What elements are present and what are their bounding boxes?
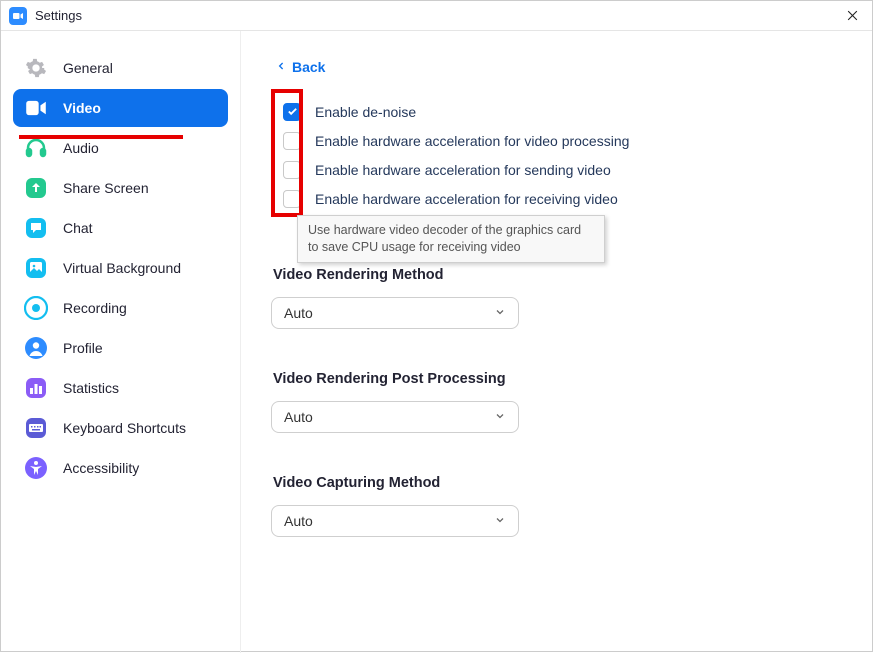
option-row: Enable hardware acceleration for receivi… (271, 184, 872, 213)
back-link[interactable]: Back (277, 59, 325, 75)
sidebar-item-statistics[interactable]: Statistics (13, 369, 228, 407)
option-row: Enable de-noise (271, 97, 872, 126)
option-row: Enable hardware acceleration for video p… (271, 126, 872, 155)
sidebar-item-label: General (63, 60, 113, 76)
section-title: Video Capturing Method (273, 475, 872, 491)
gear-icon (23, 55, 49, 81)
option-label: Enable hardware acceleration for sending… (315, 162, 611, 178)
close-button[interactable] (840, 4, 864, 28)
advanced-options: Enable de-noise Enable hardware accelerat… (271, 97, 872, 213)
option-label: Enable hardware acceleration for video p… (315, 133, 629, 149)
sidebar-item-label: Chat (63, 220, 93, 236)
titlebar: Settings (1, 1, 872, 31)
sidebar-item-keyboard-shortcuts[interactable]: Keyboard Shortcuts (13, 409, 228, 447)
section-title: Video Rendering Post Processing (273, 371, 872, 387)
main: General Video Audio Share Screen Chat Virtual… (1, 31, 872, 653)
select-value: Auto (284, 409, 494, 425)
option-label: Enable de-noise (315, 104, 416, 120)
chevron-down-icon (494, 409, 506, 425)
sidebar-item-label: Share Screen (63, 180, 149, 196)
speech-icon (23, 215, 49, 241)
checkbox[interactable] (283, 161, 301, 179)
select-value: Auto (284, 513, 494, 529)
tooltip-text: Use hardware video decoder of the graphi… (308, 223, 581, 254)
sidebar-item-label: Recording (63, 300, 127, 316)
sidebar-item-label: Keyboard Shortcuts (63, 420, 186, 436)
chevron-down-icon (494, 513, 506, 529)
sidebar-item-label: Accessibility (63, 460, 139, 476)
person-icon (23, 335, 49, 361)
video-icon (23, 95, 49, 121)
content-panel: Back Enable de-noise Enable hardware acce… (241, 31, 872, 653)
sidebar-item-video[interactable]: Video (13, 89, 228, 127)
sidebar-item-general[interactable]: General (13, 49, 228, 87)
checkbox[interactable] (283, 103, 301, 121)
select-video-capturing-method[interactable]: Auto (271, 505, 519, 537)
select-video-rendering-post-processing[interactable]: Auto (271, 401, 519, 433)
accessibility-icon (23, 455, 49, 481)
sidebar: General Video Audio Share Screen Chat Virtual… (1, 31, 241, 653)
back-label: Back (292, 59, 325, 75)
sidebar-item-virtual-background[interactable]: Virtual Background (13, 249, 228, 287)
sidebar-item-label: Profile (63, 340, 103, 356)
chevron-down-icon (494, 305, 506, 321)
sidebar-item-recording[interactable]: Recording (13, 289, 228, 327)
app-icon (9, 7, 27, 25)
keyboard-icon (23, 415, 49, 441)
image-icon (23, 255, 49, 281)
checkbox[interactable] (283, 132, 301, 150)
sidebar-item-share-screen[interactable]: Share Screen (13, 169, 228, 207)
section-title: Video Rendering Method (273, 267, 872, 283)
select-value: Auto (284, 305, 494, 321)
sidebar-item-label: Statistics (63, 380, 119, 396)
sidebar-item-profile[interactable]: Profile (13, 329, 228, 367)
annotation-red-underline (19, 135, 183, 139)
checkbox[interactable] (283, 190, 301, 208)
option-row: Enable hardware acceleration for sending… (271, 155, 872, 184)
option-label: Enable hardware acceleration for receivi… (315, 191, 618, 207)
record-icon (23, 295, 49, 321)
window-title: Settings (35, 8, 82, 23)
sidebar-item-chat[interactable]: Chat (13, 209, 228, 247)
sidebar-item-label: Audio (63, 140, 99, 156)
sidebar-item-label: Virtual Background (63, 260, 181, 276)
chevron-left-icon (277, 59, 286, 75)
sidebar-item-accessibility[interactable]: Accessibility (13, 449, 228, 487)
select-video-rendering-method[interactable]: Auto (271, 297, 519, 329)
sidebar-item-label: Video (63, 100, 101, 116)
arrow-up-box-icon (23, 175, 49, 201)
tooltip: Use hardware video decoder of the graphi… (297, 215, 605, 263)
bar-chart-icon (23, 375, 49, 401)
